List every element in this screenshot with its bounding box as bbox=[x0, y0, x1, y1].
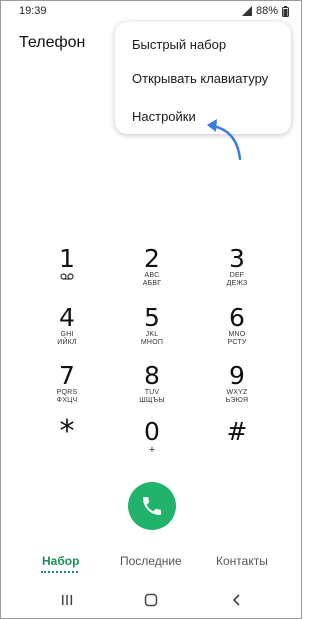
voicemail-icon bbox=[60, 273, 74, 280]
key-letters-cyrillic: МНОП bbox=[140, 339, 164, 346]
key-letters-cyrillic: ФХЦЧ bbox=[56, 397, 78, 404]
home-button[interactable] bbox=[143, 593, 163, 609]
key-digit: 9 bbox=[229, 361, 245, 390]
key-digit: 3 bbox=[229, 244, 245, 273]
key-1[interactable]: 1 bbox=[32, 246, 102, 300]
key-letters-cyrillic: ЬЭЮЯ bbox=[225, 397, 249, 404]
key-digit: 0 bbox=[144, 417, 160, 446]
key-digit: 8 bbox=[144, 361, 160, 390]
back-icon bbox=[232, 594, 240, 606]
key-digit: 2 bbox=[144, 244, 160, 273]
key-digit: 7 bbox=[59, 361, 75, 390]
key-2[interactable]: 2 ABC АБВГ bbox=[117, 246, 187, 300]
key-letters-latin: + bbox=[148, 444, 156, 456]
phone-icon bbox=[143, 497, 161, 515]
key-hash[interactable]: # bbox=[202, 419, 272, 473]
key-7[interactable]: 7 PQRS ФХЦЧ bbox=[32, 363, 102, 417]
dial-keypad: 1 2 ABC АБВГ 3 DEF ДЕЖЗ 4 GHI ИЙКЛ 5 JKL bbox=[1, 1, 301, 481]
call-button[interactable] bbox=[128, 482, 176, 530]
key-star[interactable]: * bbox=[32, 414, 102, 473]
key-digit: 6 bbox=[229, 303, 245, 332]
tab-contacts[interactable]: Контакты bbox=[216, 554, 268, 568]
key-8[interactable]: 8 TUV ШЩЪЫ bbox=[117, 363, 187, 417]
key-9[interactable]: 9 WXYZ ЬЭЮЯ bbox=[202, 363, 272, 417]
key-letters-cyrillic: ДЕЖЗ bbox=[226, 280, 248, 287]
key-letters-latin: PQRS bbox=[56, 389, 78, 396]
key-digit: 1 bbox=[59, 244, 75, 273]
key-6[interactable]: 6 MNO РСТУ bbox=[202, 305, 272, 359]
key-digit: * bbox=[59, 414, 75, 449]
key-0[interactable]: 0 + bbox=[117, 419, 187, 473]
key-5[interactable]: 5 JKL МНОП bbox=[117, 305, 187, 359]
phone-screen: 19:39 88% Телефон Быстрый набор Открыват… bbox=[0, 0, 302, 619]
recent-apps-icon bbox=[62, 595, 73, 605]
key-letters-cyrillic: РСТУ bbox=[227, 339, 247, 346]
key-letters-latin: TUV bbox=[144, 389, 160, 396]
key-letters-cyrillic: АБВГ bbox=[142, 280, 162, 287]
key-digit: # bbox=[226, 417, 248, 446]
key-letters-cyrillic: ШЩЪЫ bbox=[139, 397, 165, 404]
active-tab-indicator bbox=[41, 571, 78, 573]
key-letters-latin: MNO bbox=[228, 331, 246, 338]
key-3[interactable]: 3 DEF ДЕЖЗ bbox=[202, 246, 272, 300]
tab-keypad[interactable]: Набор bbox=[42, 554, 79, 568]
tab-recents[interactable]: Последние bbox=[120, 554, 182, 568]
recent-apps-button[interactable] bbox=[59, 593, 79, 609]
key-4[interactable]: 4 GHI ИЙКЛ bbox=[32, 305, 102, 359]
key-letters-latin: DEF bbox=[229, 272, 245, 279]
key-digit: 4 bbox=[59, 303, 75, 332]
key-letters-latin: JKL bbox=[145, 331, 159, 338]
key-letters-latin: WXYZ bbox=[226, 389, 248, 396]
key-letters-latin: GHI bbox=[60, 331, 74, 338]
key-digit: 5 bbox=[144, 303, 160, 332]
back-button[interactable] bbox=[229, 593, 249, 609]
key-letters-cyrillic: ИЙКЛ bbox=[57, 339, 77, 346]
key-letters-latin: ABC bbox=[144, 272, 160, 279]
home-icon bbox=[144, 593, 158, 607]
